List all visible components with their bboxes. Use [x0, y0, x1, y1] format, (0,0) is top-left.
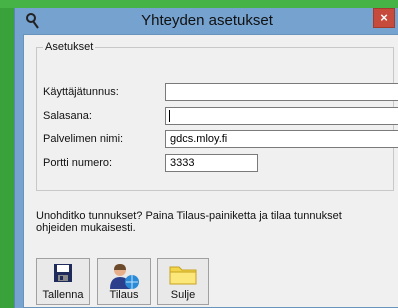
background-strip	[0, 0, 398, 8]
server-name-field[interactable]	[165, 130, 398, 148]
window-title: Yhteyden asetukset	[141, 12, 273, 29]
dialog-client-area: Asetukset Käyttäjätunnus: Salasana: Palv…	[23, 34, 398, 308]
port-number-label: Portti numero:	[43, 157, 113, 169]
password-label: Salasana:	[43, 110, 92, 122]
server-name-label: Palvelimen nimi:	[43, 133, 124, 145]
save-button[interactable]: Tallenna	[36, 258, 90, 305]
order-button-label: Tilaus	[109, 289, 139, 301]
settings-legend: Asetukset	[45, 41, 94, 53]
dialog-window: Yhteyden asetukset × Asetukset Käyttäjät…	[14, 8, 398, 308]
close-button[interactable]: Sulje	[157, 258, 209, 305]
port-number-field[interactable]	[165, 154, 258, 172]
order-button[interactable]: Tilaus	[97, 258, 151, 305]
folder-icon	[168, 263, 198, 290]
username-label: Käyttäjätunnus:	[43, 86, 119, 98]
floppy-disk-icon	[53, 263, 73, 288]
title-bar[interactable]: Yhteyden asetukset ×	[15, 8, 398, 34]
text-caret	[169, 110, 170, 122]
password-field[interactable]	[165, 107, 398, 125]
window-close-button[interactable]: ×	[373, 8, 395, 28]
help-text: Unohditko tunnukset? Paina Tilaus-painik…	[36, 210, 342, 234]
settings-group: Asetukset Käyttäjätunnus: Salasana: Palv…	[36, 41, 398, 191]
save-button-label: Tallenna	[42, 289, 84, 301]
username-field[interactable]	[165, 83, 398, 101]
close-button-label: Sulje	[170, 289, 196, 301]
